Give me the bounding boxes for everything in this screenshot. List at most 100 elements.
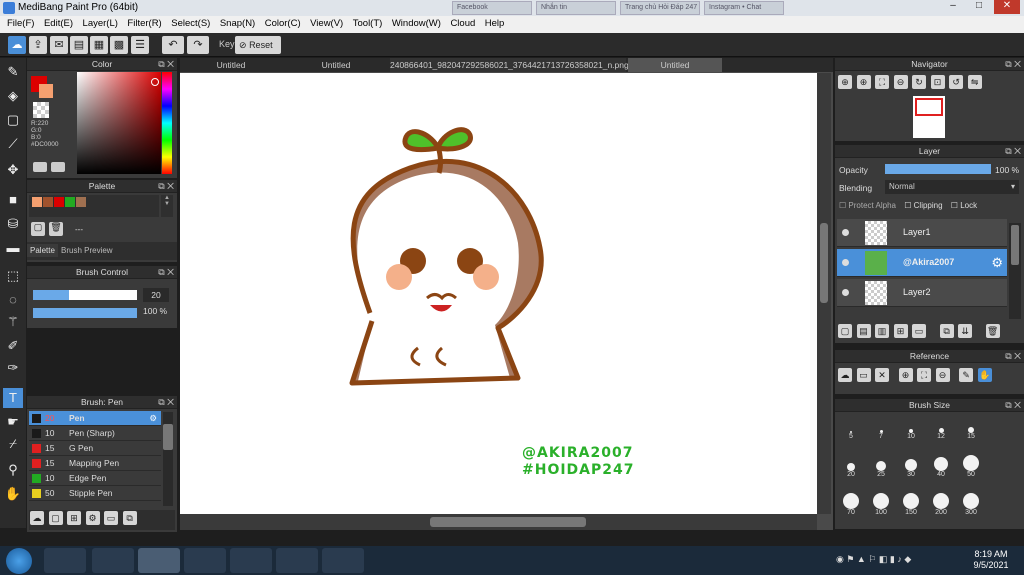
brush-size-option[interactable]: 70: [837, 491, 865, 516]
color-mode-button[interactable]: [51, 162, 65, 172]
view-frame[interactable]: [915, 98, 943, 116]
tab-document[interactable]: 240866401_982047292586021_37644217137263…: [390, 58, 629, 72]
reset-button[interactable]: ⊘ Reset: [235, 36, 281, 54]
fit-icon[interactable]: ⛶: [917, 368, 932, 382]
browser-tab[interactable]: Trang chủ Hỏi Đáp 247: [620, 1, 700, 15]
brush-size-option[interactable]: 5: [837, 415, 865, 440]
hue-slider[interactable]: [162, 72, 172, 174]
system-tray[interactable]: ◉ ⚑ ▲ ⚐ ◧ ▮ ♪ ◆: [836, 554, 956, 568]
secondary-color-swatch[interactable]: [39, 84, 53, 98]
brush-item[interactable]: 15 G Pen: [29, 441, 161, 456]
minimize-icon[interactable]: –: [940, 0, 966, 14]
select-eraser-icon[interactable]: ✑: [3, 358, 23, 378]
brush-size-value[interactable]: 20: [143, 288, 169, 302]
clipping-checkbox[interactable]: ☐ Clipping: [904, 201, 942, 210]
menu-edit[interactable]: Edit(E): [37, 16, 73, 29]
zoom-out-icon[interactable]: ⊖: [935, 368, 950, 382]
brush-size-option[interactable]: 15: [957, 415, 985, 440]
tab-document-active[interactable]: Untitled: [628, 58, 722, 72]
brush-size-slider[interactable]: [33, 290, 137, 300]
clock[interactable]: 8:19 AM 9/5/2021: [966, 549, 1016, 571]
menu-help[interactable]: Help: [478, 16, 505, 29]
transparent-swatch[interactable]: [33, 102, 49, 118]
panel-close-icon[interactable]: ⧉ ✕: [1005, 58, 1021, 71]
bucket-icon[interactable]: ⛁: [3, 214, 23, 234]
select-pen-icon[interactable]: ✐: [3, 336, 23, 356]
drawing-canvas[interactable]: @AKIRA2007 #HOIDAP247: [180, 73, 817, 514]
cloud-icon[interactable]: ☁: [8, 36, 26, 54]
palette-swatch[interactable]: [32, 197, 42, 207]
undo-icon[interactable]: ↶: [162, 36, 184, 54]
panel-close-icon[interactable]: ⧉ ✕: [158, 58, 174, 71]
palette-swatch[interactable]: [54, 197, 64, 207]
list-icon[interactable]: ☰: [131, 36, 149, 54]
hand-icon[interactable]: ✋: [977, 368, 992, 382]
layer-row[interactable]: Layer1: [837, 219, 1007, 247]
fit-icon[interactable]: ⛶: [875, 75, 890, 89]
menu-file[interactable]: File(F): [0, 16, 34, 29]
rotate-icon[interactable]: ↺: [949, 75, 964, 89]
comment-icon[interactable]: ✉: [50, 36, 68, 54]
panel-close-icon[interactable]: ⧉ ✕: [158, 396, 174, 409]
eyedropper-icon[interactable]: ⚲: [3, 460, 23, 480]
layer-scrollbar[interactable]: [1009, 223, 1021, 319]
close-icon[interactable]: ✕: [994, 0, 1020, 14]
palette-swatch[interactable]: [65, 197, 75, 207]
menu-snap[interactable]: Snap(N): [213, 16, 255, 29]
flip-icon[interactable]: ⇋: [967, 75, 982, 89]
visibility-icon[interactable]: [842, 259, 849, 266]
eyedropper-icon[interactable]: ✎: [959, 368, 974, 382]
operation-icon[interactable]: ☛: [3, 412, 23, 432]
lasso-icon[interactable]: ◌: [3, 290, 23, 310]
visibility-icon[interactable]: [842, 229, 849, 236]
gradient-icon[interactable]: ▬: [3, 238, 23, 258]
file-explorer-icon[interactable]: [92, 548, 134, 573]
lock-checkbox[interactable]: ☐ Lock: [951, 201, 977, 210]
trash-icon[interactable]: 🗑: [985, 324, 1000, 338]
start-button[interactable]: [6, 548, 32, 574]
tab-document[interactable]: Untitled: [284, 58, 388, 72]
menu-window[interactable]: Window(W): [385, 16, 441, 29]
new-layer-icon[interactable]: ▢: [838, 324, 852, 338]
brush-size-option[interactable]: 30: [897, 453, 925, 478]
protect-alpha-checkbox[interactable]: ☐ Protect Alpha: [839, 201, 896, 210]
magic-wand-icon[interactable]: ⚚: [3, 312, 23, 332]
rectangle-fill-icon[interactable]: ■: [3, 190, 23, 210]
divide-icon[interactable]: ⌿: [3, 434, 23, 454]
menu-select[interactable]: Select(S): [164, 16, 210, 29]
close-icon[interactable]: ✕: [875, 368, 890, 382]
reset-view-icon[interactable]: ⊡: [930, 75, 945, 89]
zoom-in-icon[interactable]: ⊕: [856, 75, 871, 89]
navigator-thumbnail[interactable]: [913, 96, 945, 138]
palette-swatch[interactable]: [43, 197, 53, 207]
panel-close-icon[interactable]: ⧉ ✕: [1005, 399, 1021, 412]
new-layer-icon[interactable]: ▤: [856, 324, 871, 338]
browser-tab[interactable]: Facebook: [452, 1, 532, 15]
line-icon[interactable]: ⟋: [3, 134, 23, 154]
chat-icon[interactable]: ▤: [70, 36, 88, 54]
new-layer-icon[interactable]: ▥: [875, 324, 890, 338]
layer-row[interactable]: @Akira2007 ⚙: [837, 249, 1007, 277]
menu-layer[interactable]: Layer(L): [76, 16, 118, 29]
panel-close-icon[interactable]: ⧉ ✕: [158, 180, 174, 193]
chrome-icon[interactable]: [138, 548, 180, 573]
brush-size-option[interactable]: 100: [867, 491, 895, 516]
document-icon[interactable]: ▦: [90, 36, 108, 54]
duplicate-icon[interactable]: ⧉: [122, 511, 137, 525]
menu-tool[interactable]: Tool(T): [346, 16, 383, 29]
brush-list-scrollbar[interactable]: [163, 412, 173, 506]
brush-size-option[interactable]: 40: [927, 453, 955, 478]
brush-settings-icon[interactable]: ⚙: [85, 511, 100, 525]
brush-item[interactable]: 15 Mapping Pen: [29, 456, 161, 471]
color-mode-button[interactable]: [33, 162, 47, 172]
visibility-icon[interactable]: [842, 289, 849, 296]
zoom-in-icon[interactable]: ⊕: [838, 75, 852, 89]
duplicate-icon[interactable]: ⧉: [939, 324, 954, 338]
text-icon[interactable]: T: [3, 388, 23, 408]
brush-size-option[interactable]: 150: [897, 491, 925, 516]
cloud-brush-icon[interactable]: ☁: [30, 511, 44, 525]
brush-size-option[interactable]: 7: [867, 415, 895, 440]
tab-document[interactable]: Untitled: [180, 58, 282, 72]
paint-app-icon[interactable]: [184, 548, 226, 573]
brush-item[interactable]: 50 Stipple Pen: [29, 486, 161, 501]
